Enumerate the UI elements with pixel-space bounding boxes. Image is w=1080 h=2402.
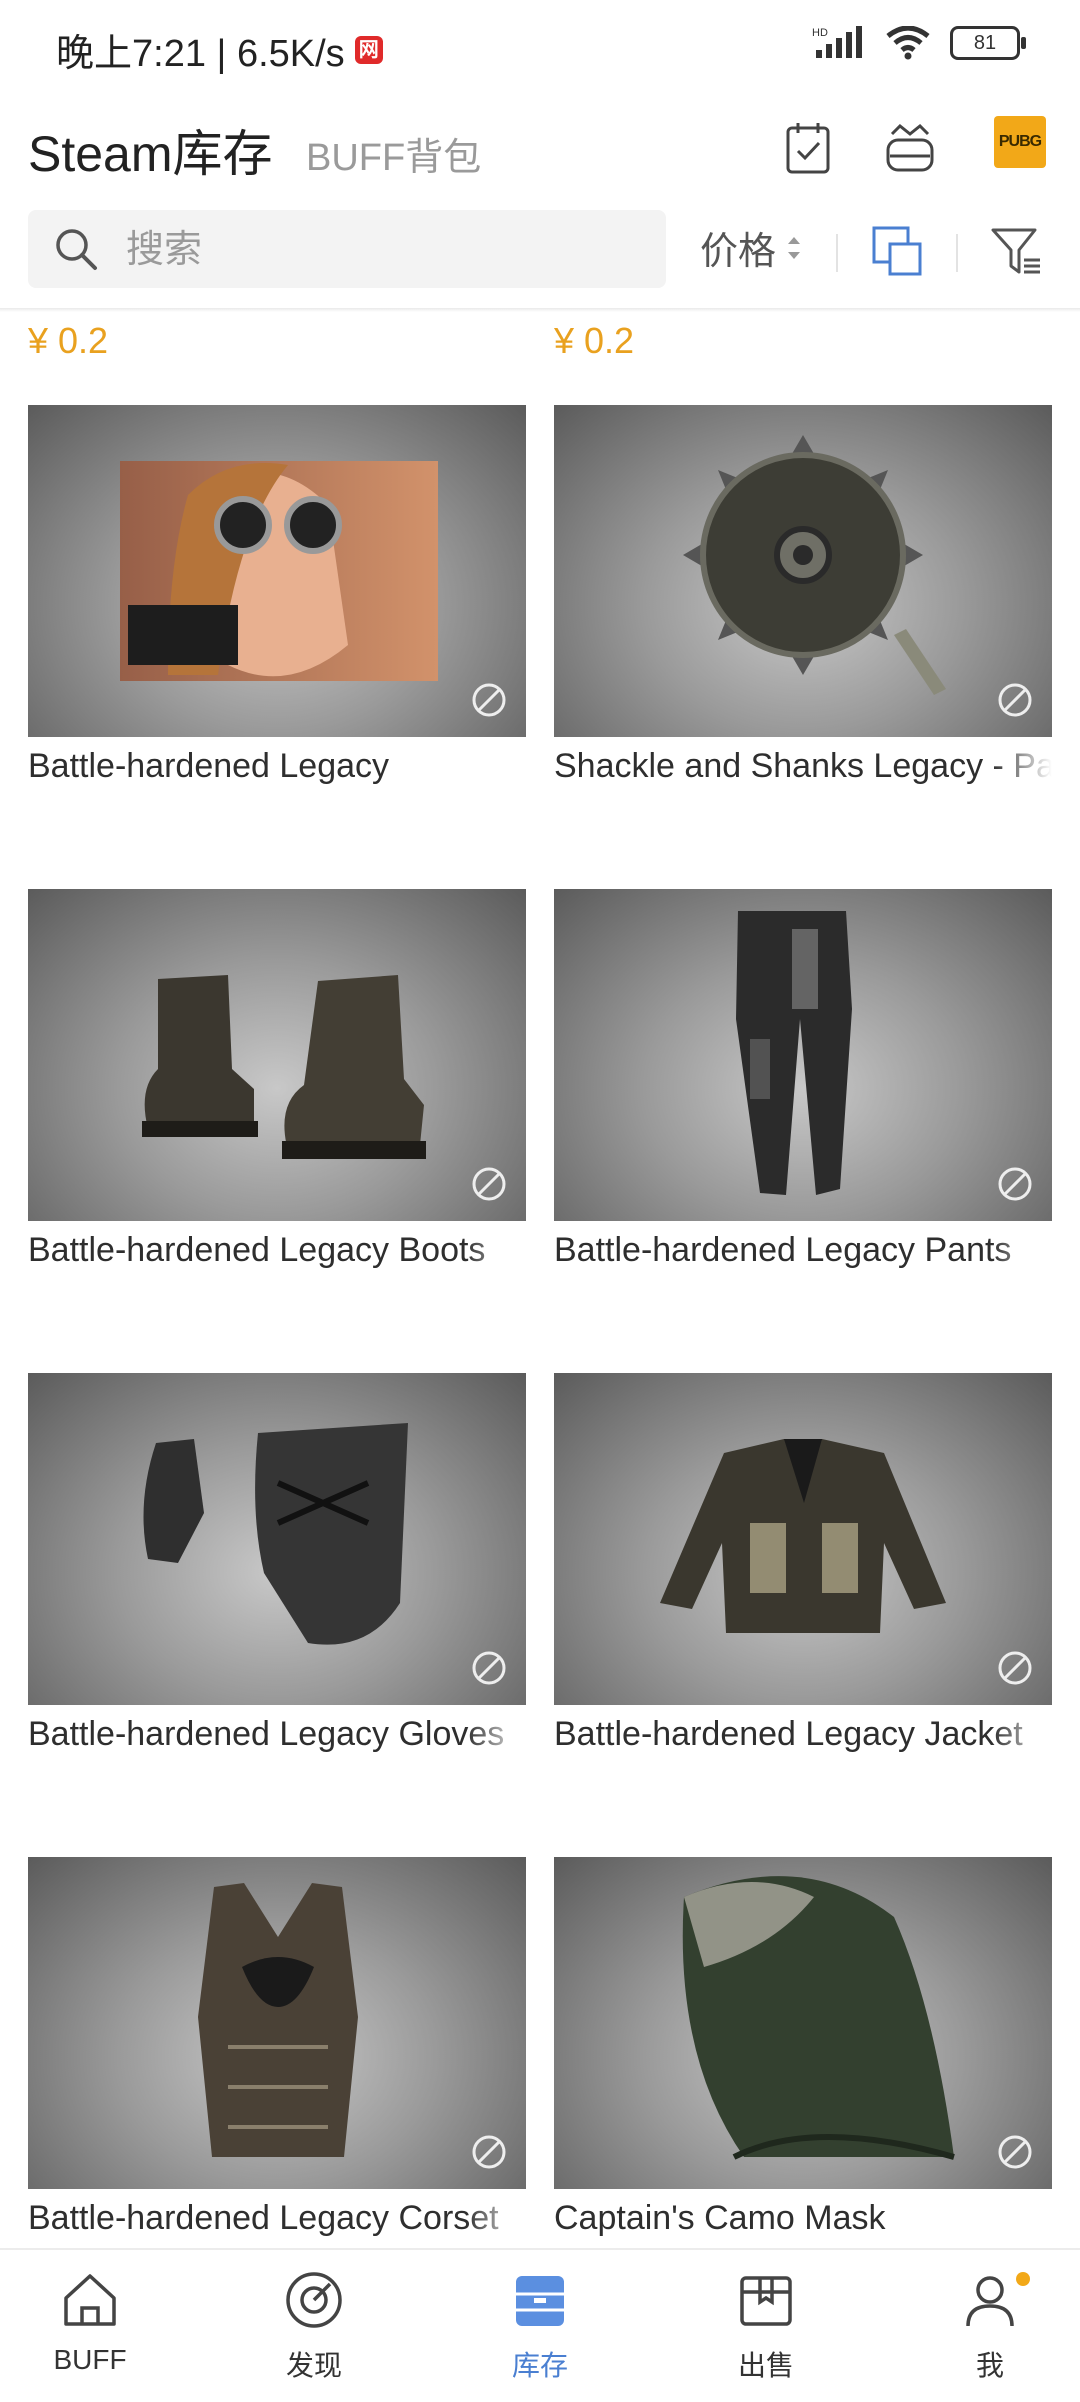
inventory-item-card[interactable]: Battle-hardened Legacy Corset [28, 1857, 526, 2238]
item-name: Battle-hardened Legacy [28, 747, 390, 785]
portrait-goggles-image [120, 461, 438, 681]
boots-image [142, 975, 426, 1159]
discover-icon [286, 2272, 342, 2328]
tab-steam-inventory[interactable]: Steam库存 [28, 114, 273, 186]
sort-price-button[interactable]: 价格 [700, 220, 802, 275]
not-tradable-icon [472, 1651, 506, 1685]
crown-chest-icon[interactable] [880, 118, 940, 178]
inventory-item-card[interactable]: Battle-hardened Legacy Gloves [28, 1373, 526, 1754]
item-name: Captain's Camo Mask [554, 2199, 886, 2237]
sawblade-image [683, 435, 946, 695]
nav-label: 库存 [511, 2350, 568, 2381]
inventory-item-card[interactable]: Shackle and Shanks Legacy - Pa [554, 405, 1052, 786]
profile-icon [966, 2276, 1014, 2327]
not-tradable-icon [998, 683, 1032, 717]
search-icon [56, 229, 97, 270]
not-tradable-icon [998, 1167, 1032, 1201]
inventory-item-card[interactable]: Captain's Camo Mask [554, 1857, 1052, 2238]
sell-icon [740, 2276, 792, 2326]
status-time: 晚上7:21 | 6.5K/s [56, 33, 345, 75]
toolbar-shadow [0, 308, 1080, 312]
sort-arrows-icon [788, 236, 801, 259]
checklist-calendar-icon[interactable] [778, 118, 838, 178]
inventory-item-card[interactable]: Battle-hardened Legacy Jacket [554, 1373, 1052, 1754]
signal-icon: HD [812, 26, 862, 58]
inventory-item-card[interactable]: Battle-hardened Legacy Pants [554, 889, 1052, 1270]
nav-label: 发现 [285, 2350, 342, 2381]
item-image [28, 405, 526, 737]
jacket-image [660, 1439, 946, 1633]
multi-select-icon[interactable] [872, 226, 924, 278]
item-name: Battle-hardened Legacy Boots [28, 1231, 486, 1269]
corset-image [198, 1883, 358, 2157]
nav-label: BUFF [53, 2344, 127, 2375]
item-name: Battle-hardened Legacy Pants [554, 1231, 1012, 1269]
not-tradable-icon [998, 2135, 1032, 2169]
status-bar: 晚上7:21 | 6.5K/s 网 HD 81 [0, 0, 1080, 100]
gloves-image [143, 1423, 408, 1645]
item-image [554, 1857, 1052, 2189]
pants-image [736, 911, 852, 1195]
nav-label: 我 [975, 2350, 1004, 2381]
netease-music-icon: 网 [354, 35, 383, 64]
item-image [28, 1857, 526, 2189]
inventory-item-card[interactable]: Battle-hardened Legacy Boots [28, 889, 526, 1270]
wifi-icon [886, 26, 930, 60]
mask-image [682, 1876, 955, 2160]
not-tradable-icon [998, 1651, 1032, 1685]
bottom-navigation: BUFF 发现 库存 出售 我 [0, 2248, 1080, 2402]
item-image [554, 889, 1052, 1221]
not-tradable-icon [472, 1167, 506, 1201]
item-name: Battle-hardened Legacy Gloves [28, 1715, 505, 1753]
item-name: Battle-hardened Legacy Jacket [554, 1715, 1023, 1753]
sort-label: 价格 [700, 231, 777, 273]
tab-buff-backpack[interactable]: BUFF背包 [306, 126, 481, 181]
item-name: Battle-hardened Legacy Corset [28, 2199, 499, 2237]
app-header: Steam库存 BUFF背包 PUBG [0, 100, 1080, 200]
nav-inventory[interactable]: 库存 [460, 2268, 620, 2384]
inventory-icon [516, 2276, 564, 2326]
nav-profile[interactable]: 我 [910, 2268, 1070, 2384]
network-type-label: HD [812, 27, 828, 39]
toolbar-divider [956, 234, 958, 272]
item-image [28, 1373, 526, 1705]
item-name: Shackle and Shanks Legacy - Pa [554, 747, 1052, 785]
item-image [28, 889, 526, 1221]
nav-discover[interactable]: 发现 [234, 2268, 394, 2384]
search-input[interactable] [124, 220, 648, 280]
inventory-item-card[interactable]: Battle-hardened Legacy [28, 405, 526, 786]
item-price: ¥ 0.2 [28, 320, 109, 361]
not-tradable-icon [472, 683, 506, 717]
item-price: ¥ 0.2 [554, 320, 635, 361]
search-box[interactable] [28, 210, 666, 288]
nav-label: 出售 [737, 2350, 794, 2381]
battery-icon: 81 [950, 26, 1026, 60]
toolbar-divider [836, 234, 838, 272]
notification-dot [1016, 2272, 1030, 2286]
nav-buff[interactable]: BUFF [10, 2268, 170, 2376]
not-tradable-icon [472, 2135, 506, 2169]
filter-icon[interactable] [990, 226, 1042, 278]
item-image [554, 405, 1052, 737]
home-icon [64, 2274, 116, 2326]
search-toolbar: 价格 [0, 210, 1080, 292]
item-image [554, 1373, 1052, 1705]
pubg-game-switch-icon[interactable]: PUBG [994, 116, 1046, 168]
nav-sell[interactable]: 出售 [686, 2268, 846, 2384]
